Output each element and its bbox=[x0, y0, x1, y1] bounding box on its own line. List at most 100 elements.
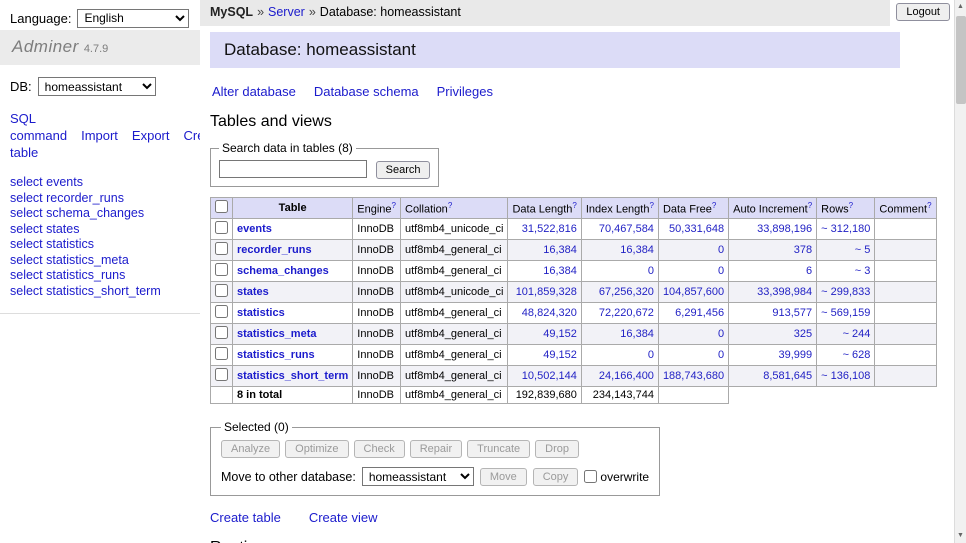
help-link[interactable]: ? bbox=[712, 201, 716, 210]
sidebar-table-link[interactable]: select states bbox=[10, 222, 200, 238]
app-name: Adminer bbox=[12, 37, 79, 56]
breadcrumb-server-link[interactable]: Server bbox=[268, 5, 305, 19]
db-label: DB: bbox=[10, 79, 32, 94]
bulk-action-button[interactable]: Analyze bbox=[221, 440, 280, 458]
rows-count-link[interactable]: ~ 312,180 bbox=[821, 223, 870, 235]
table-name-cell: recorder_runs bbox=[233, 240, 353, 261]
move-db-select[interactable]: homeassistant bbox=[362, 467, 474, 486]
table-row: statistics InnoDB utf8mb4_general_ci 48,… bbox=[211, 303, 937, 324]
auto-increment-cell: 33,898,196 bbox=[729, 219, 817, 240]
rows-count-cell: ~ 312,180 bbox=[817, 219, 875, 240]
copy-button[interactable]: Copy bbox=[533, 468, 579, 486]
help-link[interactable]: ? bbox=[649, 201, 653, 210]
bulk-action-button[interactable]: Repair bbox=[410, 440, 462, 458]
search-input[interactable] bbox=[219, 160, 367, 178]
help-link[interactable]: ? bbox=[448, 201, 452, 210]
logout-button[interactable]: Logout bbox=[896, 3, 950, 21]
rows-count-link[interactable]: ~ 5 bbox=[855, 244, 871, 256]
create-link[interactable]: Create view bbox=[309, 510, 378, 525]
row-check-cell bbox=[211, 261, 233, 282]
comment-cell bbox=[875, 261, 936, 282]
database-nav-link[interactable]: Privileges bbox=[437, 84, 493, 99]
help-link[interactable]: ? bbox=[849, 201, 853, 210]
rows-count-link[interactable]: ~ 244 bbox=[843, 328, 871, 340]
breadcrumb-mysql-link[interactable]: MySQL bbox=[210, 5, 253, 19]
scrollbar-thumb[interactable] bbox=[956, 16, 966, 104]
selected-legend: Selected (0) bbox=[221, 420, 292, 434]
db-select[interactable]: homeassistant bbox=[38, 77, 156, 96]
database-nav-link[interactable]: Alter database bbox=[212, 84, 296, 99]
scroll-down-icon[interactable]: ▼ bbox=[955, 529, 966, 543]
row-checkbox[interactable] bbox=[215, 284, 228, 297]
scroll-up-icon[interactable]: ▲ bbox=[955, 0, 966, 14]
sidebar-action-link[interactable]: SQL command bbox=[10, 111, 67, 143]
totals-data-length: 192,839,680 bbox=[508, 387, 581, 404]
row-check-cell bbox=[211, 282, 233, 303]
row-checkbox[interactable] bbox=[215, 263, 228, 276]
table-name-link[interactable]: statistics_meta bbox=[237, 328, 317, 340]
row-check-cell bbox=[211, 303, 233, 324]
row-checkbox[interactable] bbox=[215, 221, 228, 234]
sidebar-table-link[interactable]: select statistics_meta bbox=[10, 253, 200, 269]
bulk-action-button[interactable]: Truncate bbox=[467, 440, 530, 458]
row-checkbox[interactable] bbox=[215, 305, 228, 318]
rows-count-link[interactable]: ~ 299,833 bbox=[821, 286, 870, 298]
move-label: Move to other database: bbox=[221, 470, 356, 484]
auto-increment-cell: 378 bbox=[729, 240, 817, 261]
overwrite-checkbox[interactable] bbox=[584, 470, 597, 483]
row-checkbox[interactable] bbox=[215, 368, 228, 381]
rows-count-link[interactable]: ~ 136,108 bbox=[821, 370, 870, 382]
totals-engine: InnoDB bbox=[353, 387, 401, 404]
bulk-action-button[interactable]: Check bbox=[354, 440, 405, 458]
sidebar-table-link[interactable]: select events bbox=[10, 175, 200, 191]
move-button[interactable]: Move bbox=[480, 468, 527, 486]
rows-count-link[interactable]: ~ 569,159 bbox=[821, 307, 870, 319]
table-row: schema_changes InnoDB utf8mb4_general_ci… bbox=[211, 261, 937, 282]
bulk-action-button[interactable]: Optimize bbox=[285, 440, 348, 458]
create-link[interactable]: Create table bbox=[210, 510, 281, 525]
breadcrumb-separator: » bbox=[309, 5, 316, 19]
data-free-cell: 0 bbox=[658, 345, 728, 366]
index-length-cell: 70,467,584 bbox=[581, 219, 658, 240]
search-button[interactable]: Search bbox=[376, 161, 431, 179]
sidebar: Adminer4.7.9 DB: homeassistant SQL comma… bbox=[0, 30, 200, 543]
sidebar-table-link[interactable]: select recorder_runs bbox=[10, 191, 200, 207]
rows-count-link[interactable]: ~ 628 bbox=[843, 349, 871, 361]
help-link[interactable]: ? bbox=[808, 201, 812, 210]
language-select[interactable]: English bbox=[77, 9, 189, 28]
totals-collation: utf8mb4_general_ci bbox=[401, 387, 508, 404]
table-name-link[interactable]: events bbox=[237, 223, 272, 235]
table-name-cell: events bbox=[233, 219, 353, 240]
sidebar-divider bbox=[0, 313, 200, 314]
sidebar-table-link[interactable]: select statistics_runs bbox=[10, 268, 200, 284]
row-checkbox[interactable] bbox=[215, 326, 228, 339]
select-all-checkbox[interactable] bbox=[215, 200, 228, 213]
tables-overview-table: Table Engine? Collation? Data Length? In… bbox=[210, 197, 937, 404]
database-nav-link[interactable]: Database schema bbox=[314, 84, 419, 99]
collation-cell: utf8mb4_general_ci bbox=[401, 240, 508, 261]
breadcrumb-separator: » bbox=[257, 5, 264, 19]
auto-increment-cell: 6 bbox=[729, 261, 817, 282]
sidebar-action-link[interactable]: Import bbox=[81, 128, 118, 143]
rows-count-link[interactable]: ~ 3 bbox=[855, 265, 871, 277]
table-name-link[interactable]: schema_changes bbox=[237, 265, 329, 277]
help-link[interactable]: ? bbox=[927, 201, 931, 210]
sidebar-table-link[interactable]: select statistics_short_term bbox=[10, 284, 200, 300]
rows-count-cell: ~ 299,833 bbox=[817, 282, 875, 303]
help-link[interactable]: ? bbox=[572, 201, 576, 210]
table-name-link[interactable]: states bbox=[237, 286, 269, 298]
row-checkbox[interactable] bbox=[215, 242, 228, 255]
sidebar-table-link[interactable]: select schema_changes bbox=[10, 206, 200, 222]
help-link[interactable]: ? bbox=[392, 201, 396, 210]
sidebar-table-link[interactable]: select statistics bbox=[10, 237, 200, 253]
totals-row: 8 in total InnoDB utf8mb4_general_ci 192… bbox=[211, 387, 937, 404]
row-checkbox[interactable] bbox=[215, 347, 228, 360]
table-name-link[interactable]: statistics_short_term bbox=[237, 370, 348, 382]
column-header: Engine? bbox=[353, 198, 401, 219]
sidebar-action-link[interactable]: Export bbox=[132, 128, 170, 143]
table-name-link[interactable]: recorder_runs bbox=[237, 244, 312, 256]
bulk-action-button[interactable]: Drop bbox=[535, 440, 579, 458]
table-name-link[interactable]: statistics bbox=[237, 307, 285, 319]
tables-heading: Tables and views bbox=[210, 113, 954, 131]
table-name-link[interactable]: statistics_runs bbox=[237, 349, 315, 361]
